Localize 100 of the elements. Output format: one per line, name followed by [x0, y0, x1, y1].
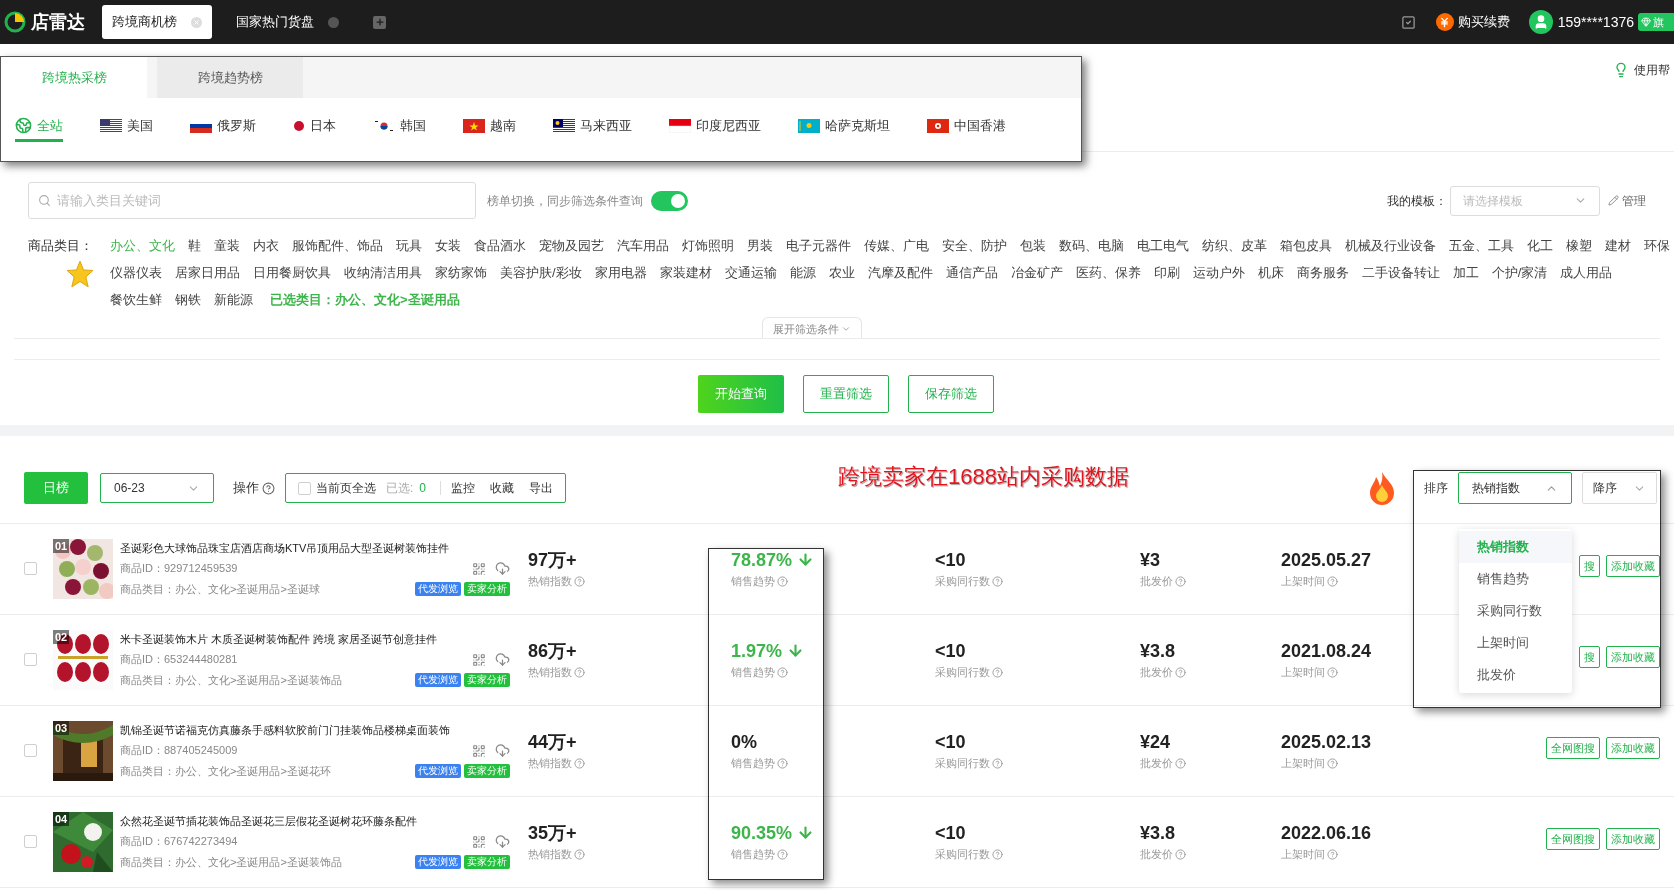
category-link[interactable]: 冶金矿产: [1010, 259, 1063, 286]
sync-toggle[interactable]: [651, 190, 688, 211]
category-link[interactable]: 家用电器: [594, 259, 647, 286]
category-link[interactable]: 家纺家饰: [435, 259, 487, 286]
qr-code-icon[interactable]: [472, 834, 486, 849]
category-link[interactable]: 交通运输: [724, 259, 777, 286]
app-tab[interactable]: 国家热门货盘: [226, 5, 349, 39]
category-link[interactable]: 汽车用品: [617, 232, 669, 259]
help-link[interactable]: 使用帮: [1634, 61, 1670, 79]
country-tab[interactable]: 哈萨克斯坦: [798, 112, 890, 142]
category-link[interactable]: 童装: [214, 232, 240, 259]
qr-code-icon[interactable]: [472, 652, 486, 667]
country-tab[interactable]: 俄罗斯: [190, 112, 256, 142]
expand-filters-tab[interactable]: 展开筛选条件: [762, 317, 862, 338]
qr-code-icon[interactable]: [472, 743, 486, 758]
category-link[interactable]: 餐饮生鲜: [110, 286, 162, 313]
sort-option[interactable]: 采购同行数: [1459, 595, 1572, 627]
category-link[interactable]: 新能源: [214, 286, 253, 313]
product-tag[interactable]: 代发浏览: [415, 764, 461, 778]
country-tab[interactable]: 日本: [293, 112, 336, 142]
product-tag[interactable]: 代发浏览: [415, 855, 461, 869]
checkbox-icon[interactable]: [1400, 14, 1416, 30]
search-field[interactable]: 请输入类目关键词: [28, 182, 476, 219]
qr-code-icon[interactable]: [472, 561, 486, 576]
product-title[interactable]: 米卡圣诞装饰木片 木质圣诞树装饰配件 跨境 家居圣诞节创意挂件: [120, 630, 510, 648]
category-link[interactable]: 商务服务: [1296, 259, 1349, 286]
category-link[interactable]: 安全、防护: [942, 232, 1007, 259]
product-tag[interactable]: 代发浏览: [415, 673, 461, 687]
download-icon[interactable]: [495, 561, 510, 576]
category-link[interactable]: 玩具: [396, 232, 422, 259]
sort-option[interactable]: 批发价: [1459, 659, 1572, 691]
category-link[interactable]: 电工电气: [1137, 232, 1189, 259]
category-link[interactable]: 内衣: [253, 232, 279, 259]
checkbox[interactable]: [24, 744, 37, 757]
category-link[interactable]: 能源: [789, 259, 816, 286]
download-icon[interactable]: [495, 834, 510, 849]
category-link[interactable]: 汽摩及配件: [867, 259, 933, 286]
manage-link[interactable]: 管理: [1622, 191, 1646, 210]
toolbar-link[interactable]: 导出: [529, 479, 554, 497]
buy-link[interactable]: 购买续费: [1457, 12, 1510, 32]
download-icon[interactable]: [495, 743, 510, 758]
category-link[interactable]: 家装建材: [659, 259, 712, 286]
category-link[interactable]: 鞋: [188, 232, 201, 259]
country-tab[interactable]: 越南: [463, 112, 516, 142]
sort-select[interactable]: 热销指数: [1458, 472, 1572, 504]
category-link[interactable]: 橡塑: [1566, 232, 1592, 259]
country-tab[interactable]: 马来西亚: [553, 112, 632, 142]
country-tab[interactable]: 印度尼西亚: [669, 112, 761, 142]
checkbox[interactable]: [24, 562, 37, 575]
user-phone[interactable]: 159****1376: [1557, 11, 1634, 33]
country-tab[interactable]: 韩国: [373, 112, 426, 142]
sort-option[interactable]: 上架时间: [1459, 627, 1572, 659]
category-link[interactable]: 机械及行业设备: [1345, 232, 1436, 259]
category-link[interactable]: 居家日用品: [175, 259, 240, 286]
product-title[interactable]: 圣诞彩色大球饰品珠宝店酒店商场KTV吊顶用品大型圣诞树装饰挂件: [120, 539, 510, 557]
category-link[interactable]: 化工: [1527, 232, 1553, 259]
category-link[interactable]: 通信产品: [945, 259, 998, 286]
product-title[interactable]: 众然花圣诞节插花装饰品圣诞花三层假花圣诞树花环藤条配件: [120, 812, 510, 830]
board-tab[interactable]: 跨境趋势榜: [157, 57, 303, 98]
country-tab[interactable]: 美国: [100, 112, 153, 142]
product-tag[interactable]: 代发浏览: [415, 582, 461, 596]
category-link[interactable]: 加工: [1452, 259, 1479, 286]
category-link[interactable]: 美容护肤/彩妆: [500, 259, 582, 286]
checkbox[interactable]: [24, 835, 37, 848]
category-link[interactable]: 钢铁: [175, 286, 201, 313]
category-link[interactable]: 传媒、广电: [864, 232, 929, 259]
order-select[interactable]: 降序: [1582, 472, 1657, 504]
category-link[interactable]: 农业: [828, 259, 855, 286]
select-all-label[interactable]: 当前页全选: [316, 479, 376, 497]
category-link[interactable]: 五金、工具: [1449, 232, 1514, 259]
category-link[interactable]: 机床: [1257, 259, 1284, 286]
toolbar-link[interactable]: 收藏: [490, 479, 515, 497]
category-link[interactable]: 电子元器件: [786, 232, 851, 259]
category-link[interactable]: 宠物及园艺: [539, 232, 604, 259]
category-link[interactable]: 二手设备转让: [1361, 259, 1440, 286]
category-link[interactable]: 服饰配件、饰品: [292, 232, 383, 259]
category-link[interactable]: 建材: [1605, 232, 1631, 259]
avatar-icon[interactable]: [1528, 10, 1553, 34]
add-tab-button[interactable]: [373, 15, 386, 29]
checkbox[interactable]: [24, 653, 37, 666]
category-link[interactable]: 数码、电脑: [1059, 232, 1124, 259]
category-link[interactable]: 成人用品: [1560, 259, 1613, 286]
product-title[interactable]: 凯锦圣诞节诺福克仿真藤条手感料软胶前门门挂装饰品楼梯桌面装饰: [120, 721, 510, 739]
category-link[interactable]: 日用餐厨饮具: [253, 259, 331, 286]
download-icon[interactable]: [495, 652, 510, 667]
category-link[interactable]: 女装: [435, 232, 461, 259]
checkbox[interactable]: [298, 481, 311, 495]
country-tab[interactable]: 中国香港: [927, 112, 1006, 142]
category-link[interactable]: 纺织、皮革: [1202, 232, 1267, 259]
category-link[interactable]: 运动户外: [1192, 259, 1245, 286]
category-link[interactable]: 印刷: [1153, 259, 1180, 286]
date-select[interactable]: 06-23: [100, 473, 214, 503]
category-link[interactable]: 个护/家清: [1491, 259, 1548, 286]
close-icon[interactable]: [328, 16, 339, 28]
category-link[interactable]: 医药、保养: [1075, 259, 1141, 286]
category-link[interactable]: 食品酒水: [474, 232, 526, 259]
toolbar-link[interactable]: 监控: [451, 479, 476, 497]
category-link[interactable]: 包装: [1020, 232, 1046, 259]
category-link[interactable]: 环保: [1644, 232, 1670, 259]
category-link[interactable]: 仪器仪表: [110, 259, 162, 286]
